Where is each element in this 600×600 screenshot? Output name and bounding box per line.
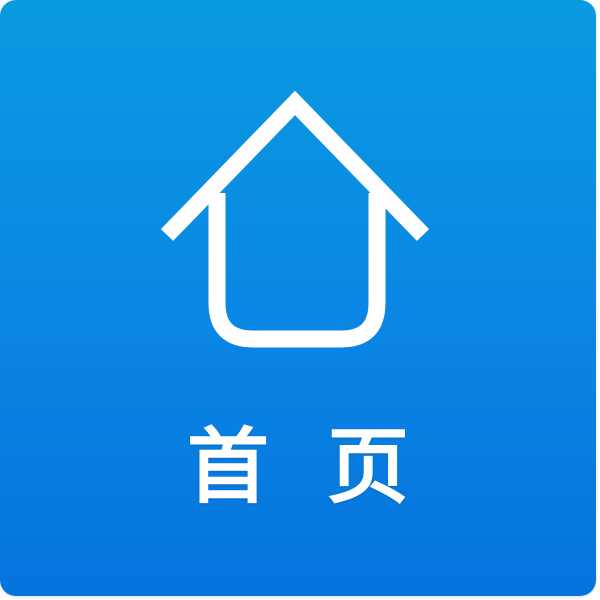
home-tile-button[interactable]: 首页 (0, 0, 596, 596)
tile-label: 首页 (186, 420, 467, 515)
home-icon (155, 85, 440, 355)
